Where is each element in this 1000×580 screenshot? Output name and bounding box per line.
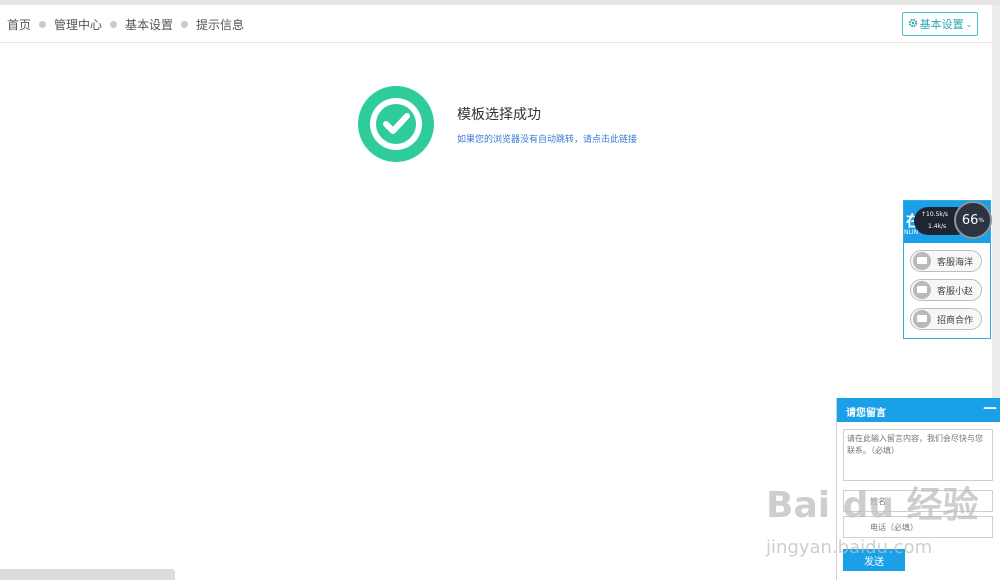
- service-button-label: 招商合作: [937, 315, 974, 326]
- breadcrumb: 首页 管理中心 基本设置 提示信息: [7, 16, 244, 33]
- breadcrumb-separator: [110, 21, 118, 28]
- chat-icon: [913, 252, 931, 270]
- chat-icon: [913, 281, 931, 299]
- download-speed: 1.4k/s: [928, 223, 947, 230]
- breadcrumb-notice: 提示信息: [196, 18, 245, 32]
- breadcrumb-separator: [39, 21, 47, 28]
- service-button-xiaozhao[interactable]: 客服小赵: [910, 279, 982, 301]
- message-content-input[interactable]: [843, 429, 993, 481]
- basic-settings-label: 基本设置: [919, 18, 964, 31]
- percent-value: 66: [961, 212, 979, 228]
- breadcrumb-home[interactable]: 首页: [7, 16, 31, 33]
- basic-settings-button[interactable]: 基本设置 ⌄: [902, 12, 978, 36]
- phone-input[interactable]: [843, 516, 993, 538]
- breadcrumb-separator: [181, 21, 189, 28]
- service-button-haiyang[interactable]: 客服海洋: [910, 250, 982, 272]
- minimize-button[interactable]: —: [983, 400, 997, 416]
- message-header: 请您留言 —: [837, 398, 1000, 422]
- network-speed-meter[interactable]: ↑10.5k/s 1.4k/s 66%: [914, 201, 992, 239]
- service-button-cooperation[interactable]: 招商合作: [910, 308, 982, 330]
- chat-icon: [913, 310, 931, 328]
- top-header: 首页 管理中心 基本设置 提示信息 基本设置 ⌄: [0, 5, 992, 43]
- name-input[interactable]: [843, 490, 993, 512]
- send-button[interactable]: 发送: [843, 549, 905, 571]
- redirect-link[interactable]: 如果您的浏览器没有自动跳转，请点击此链接: [457, 132, 637, 145]
- message-title: 请您留言: [846, 408, 886, 419]
- service-button-label: 客服海洋: [937, 257, 974, 268]
- upload-speed: ↑10.5k/s: [921, 211, 949, 218]
- check-circle-icon: [358, 86, 434, 166]
- chevron-down-icon: ⌄: [965, 19, 973, 29]
- service-button-label: 客服小赵: [937, 286, 974, 297]
- breadcrumb-admin-center[interactable]: 管理中心: [54, 16, 102, 33]
- gear-icon: [908, 18, 918, 31]
- percent-gauge: 66%: [954, 201, 992, 239]
- horizontal-scrollbar[interactable]: [0, 569, 175, 580]
- success-title: 模板选择成功: [457, 107, 541, 123]
- breadcrumb-basic-settings[interactable]: 基本设置: [125, 16, 173, 33]
